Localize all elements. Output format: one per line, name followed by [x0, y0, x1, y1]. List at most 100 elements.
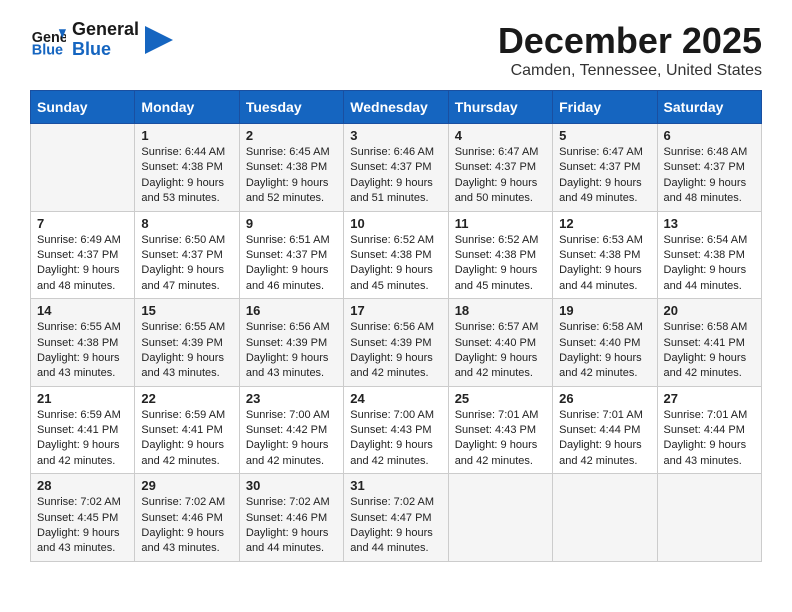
cell-content: Sunrise: 7:02 AMSunset: 4:45 PMDaylight:… [37, 495, 128, 557]
sunset-text: Sunset: 4:41 PM [37, 423, 128, 438]
day-number: 16 [246, 303, 337, 318]
daylight-text: Daylight: 9 hours and 43 minutes. [246, 351, 337, 382]
calendar-cell: 4 Sunrise: 6:47 AMSunset: 4:37 PMDaylight… [448, 124, 552, 212]
cell-content: Sunrise: 6:59 AMSunset: 4:41 PMDaylight:… [37, 408, 128, 470]
sunset-text: Sunset: 4:39 PM [246, 336, 337, 351]
day-number: 13 [664, 216, 755, 231]
sunrise-text: Sunrise: 7:02 AM [350, 495, 441, 510]
sunrise-text: Sunrise: 6:47 AM [559, 145, 650, 160]
daylight-text: Daylight: 9 hours and 50 minutes. [455, 176, 546, 207]
calendar-cell: 19Sunrise: 6:58 AMSunset: 4:40 PMDayligh… [553, 299, 657, 387]
calendar-cell: 6Sunrise: 6:48 AMSunset: 4:37 PMDaylight… [657, 124, 761, 212]
cell-content: Sunrise: 7:01 AMSunset: 4:44 PMDaylight:… [664, 408, 755, 470]
weekday-header-thursday: Thursday [448, 91, 552, 124]
sunrise-text: Sunrise: 6:46 AM [350, 145, 441, 160]
sunset-text: Sunset: 4:37 PM [141, 248, 232, 263]
calendar-cell: 12Sunrise: 6:53 AMSunset: 4:38 PMDayligh… [553, 211, 657, 299]
sunrise-text: Sunrise: 6:59 AM [37, 408, 128, 423]
cell-content: Sunrise: 6:53 AMSunset: 4:38 PMDaylight:… [559, 233, 650, 295]
day-number: 19 [559, 303, 650, 318]
daylight-text: Daylight: 9 hours and 42 minutes. [455, 438, 546, 469]
cell-content: Sunrise: 6:44 AMSunset: 4:38 PMDaylight:… [141, 145, 232, 207]
sunrise-text: Sunrise: 6:45 AM [246, 145, 337, 160]
daylight-text: Daylight: 9 hours and 42 minutes. [37, 438, 128, 469]
sunrise-text: Sunrise: 6:55 AM [141, 320, 232, 335]
daylight-text: Daylight: 9 hours and 42 minutes. [246, 438, 337, 469]
weekday-header-monday: Monday [135, 91, 239, 124]
sunrise-text: Sunrise: 7:01 AM [559, 408, 650, 423]
sunrise-text: Sunrise: 7:02 AM [37, 495, 128, 510]
cell-content: Sunrise: 6:46 AMSunset: 4:37 PMDaylight:… [350, 145, 441, 207]
logo-general: General [72, 20, 139, 40]
daylight-text: Daylight: 9 hours and 44 minutes. [350, 526, 441, 557]
sunrise-text: Sunrise: 7:00 AM [246, 408, 337, 423]
sunrise-text: Sunrise: 7:01 AM [455, 408, 546, 423]
logo-blue: Blue [72, 40, 139, 60]
day-number: 9 [246, 216, 337, 231]
calendar-cell: 28Sunrise: 7:02 AMSunset: 4:45 PMDayligh… [31, 474, 135, 562]
sunrise-text: Sunrise: 6:53 AM [559, 233, 650, 248]
weekday-header-row: SundayMondayTuesdayWednesdayThursdayFrid… [31, 91, 762, 124]
daylight-text: Daylight: 9 hours and 42 minutes. [350, 438, 441, 469]
cell-content: Sunrise: 6:51 AMSunset: 4:37 PMDaylight:… [246, 233, 337, 295]
cell-content: Sunrise: 6:50 AMSunset: 4:37 PMDaylight:… [141, 233, 232, 295]
logo-arrow-icon [145, 26, 173, 54]
calendar-cell: 15 Sunrise: 6:55 AMSunset: 4:39 PMDayligh… [135, 299, 239, 387]
day-number: 21 [37, 391, 128, 406]
sunrise-text: Sunrise: 6:59 AM [141, 408, 232, 423]
cell-content: Sunrise: 6:54 AMSunset: 4:38 PMDaylight:… [664, 233, 755, 295]
day-number: 10 [350, 216, 441, 231]
daylight-text: Daylight: 9 hours and 43 minutes. [664, 438, 755, 469]
weekday-header-wednesday: Wednesday [344, 91, 448, 124]
day-number: 4 [455, 128, 546, 143]
sunrise-text: Sunrise: 7:02 AM [246, 495, 337, 510]
sunset-text: Sunset: 4:38 PM [350, 248, 441, 263]
day-number: 14 [37, 303, 128, 318]
sunrise-text: Sunrise: 6:52 AM [455, 233, 546, 248]
cell-content: Sunrise: 6:56 AMSunset: 4:39 PMDaylight:… [246, 320, 337, 382]
month-title: December 2025 [498, 20, 762, 62]
calendar-cell: 31Sunrise: 7:02 AMSunset: 4:47 PMDayligh… [344, 474, 448, 562]
calendar-cell: 25Sunrise: 7:01 AMSunset: 4:43 PMDayligh… [448, 386, 552, 474]
calendar-cell: 1Sunrise: 6:44 AMSunset: 4:38 PMDaylight… [135, 124, 239, 212]
day-number: 24 [350, 391, 441, 406]
cell-content: Sunrise: 6:52 AMSunset: 4:38 PMDaylight:… [350, 233, 441, 295]
calendar-cell: 29Sunrise: 7:02 AMSunset: 4:46 PMDayligh… [135, 474, 239, 562]
sunset-text: Sunset: 4:40 PM [455, 336, 546, 351]
calendar-cell [657, 474, 761, 562]
calendar-cell: 3 Sunrise: 6:46 AMSunset: 4:37 PMDaylight… [344, 124, 448, 212]
daylight-text: Daylight: 9 hours and 42 minutes. [455, 351, 546, 382]
cell-content: Sunrise: 6:48 AMSunset: 4:37 PMDaylight:… [664, 145, 755, 207]
svg-text:Blue: Blue [32, 42, 63, 58]
cell-content: Sunrise: 6:47 AMSunset: 4:37 PMDaylight:… [455, 145, 546, 207]
calendar-cell: 24Sunrise: 7:00 AMSunset: 4:43 PMDayligh… [344, 386, 448, 474]
sunrise-text: Sunrise: 7:00 AM [350, 408, 441, 423]
sunset-text: Sunset: 4:41 PM [664, 336, 755, 351]
cell-content: Sunrise: 6:58 AMSunset: 4:41 PMDaylight:… [664, 320, 755, 382]
sunrise-text: Sunrise: 7:02 AM [141, 495, 232, 510]
sunset-text: Sunset: 4:46 PM [246, 511, 337, 526]
week-row-1: 1Sunrise: 6:44 AMSunset: 4:38 PMDaylight… [31, 124, 762, 212]
sunrise-text: Sunrise: 6:54 AM [664, 233, 755, 248]
cell-content: Sunrise: 6:55 AMSunset: 4:39 PMDaylight:… [141, 320, 232, 382]
day-number: 3 [350, 128, 441, 143]
daylight-text: Daylight: 9 hours and 42 minutes. [664, 351, 755, 382]
daylight-text: Daylight: 9 hours and 43 minutes. [141, 351, 232, 382]
daylight-text: Daylight: 9 hours and 43 minutes. [37, 526, 128, 557]
sunset-text: Sunset: 4:38 PM [246, 160, 337, 175]
cell-content: Sunrise: 6:45 AMSunset: 4:38 PMDaylight:… [246, 145, 337, 207]
sunrise-text: Sunrise: 6:58 AM [559, 320, 650, 335]
calendar-cell: 14Sunrise: 6:55 AMSunset: 4:38 PMDayligh… [31, 299, 135, 387]
day-number: 23 [246, 391, 337, 406]
day-number: 15 [141, 303, 232, 318]
cell-content: Sunrise: 7:00 AMSunset: 4:42 PMDaylight:… [246, 408, 337, 470]
daylight-text: Daylight: 9 hours and 48 minutes. [664, 176, 755, 207]
sunset-text: Sunset: 4:37 PM [37, 248, 128, 263]
week-row-3: 14Sunrise: 6:55 AMSunset: 4:38 PMDayligh… [31, 299, 762, 387]
calendar-cell: 23 Sunrise: 7:00 AMSunset: 4:42 PMDayligh… [239, 386, 343, 474]
sunset-text: Sunset: 4:37 PM [455, 160, 546, 175]
day-number: 5 [559, 128, 650, 143]
calendar-cell: 9 Sunrise: 6:51 AMSunset: 4:37 PMDaylight… [239, 211, 343, 299]
sunrise-text: Sunrise: 7:01 AM [664, 408, 755, 423]
sunset-text: Sunset: 4:43 PM [455, 423, 546, 438]
